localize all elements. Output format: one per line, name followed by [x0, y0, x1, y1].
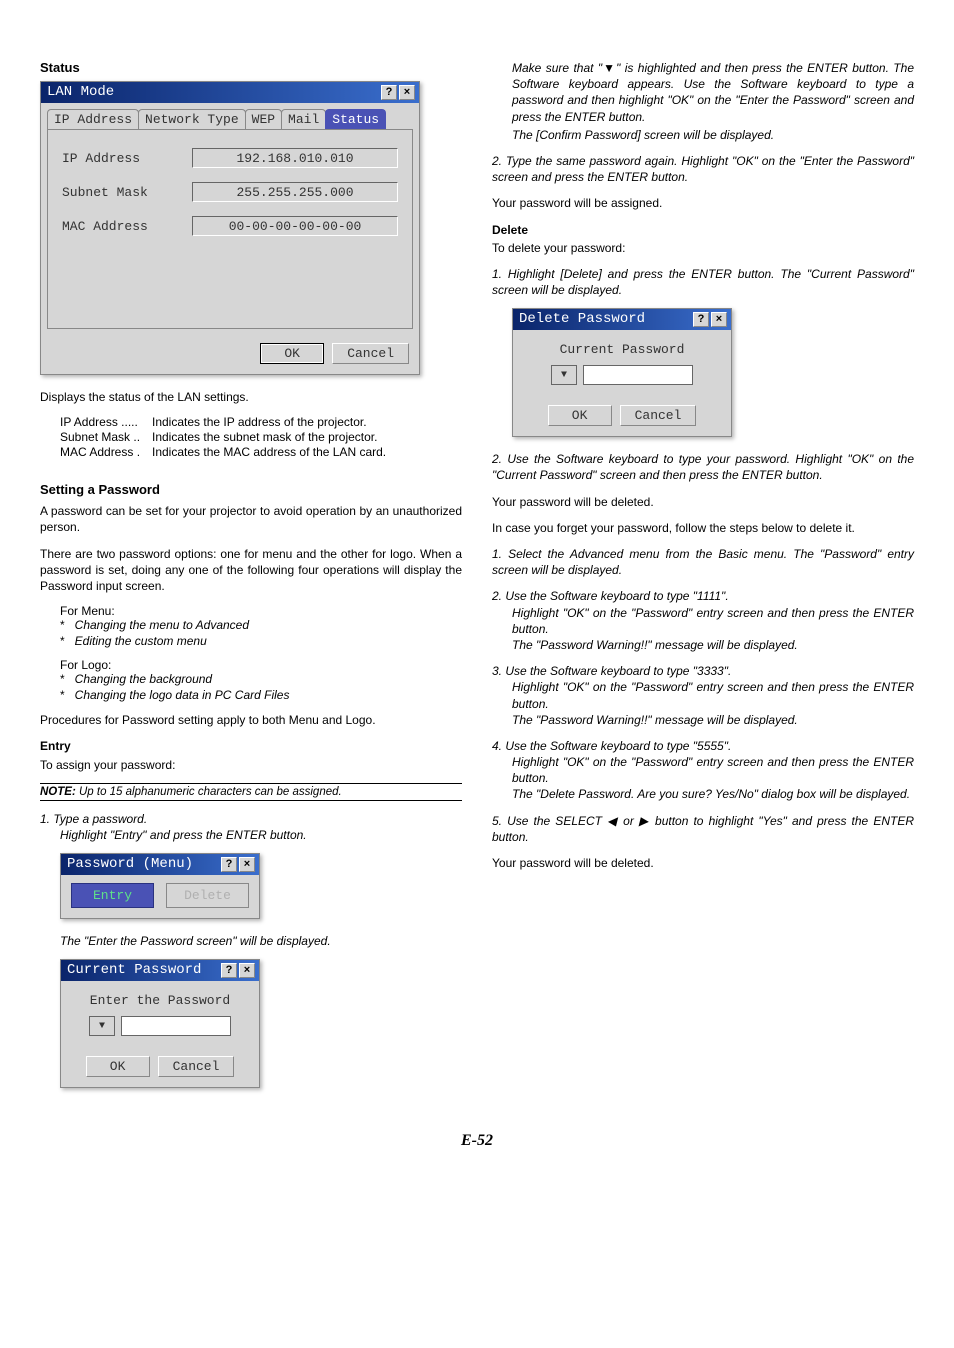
close-button[interactable]: × — [239, 963, 255, 978]
password-assigned: Your password will be assigned. — [492, 195, 914, 211]
note-label: NOTE: — [40, 786, 76, 798]
help-button[interactable]: ? — [221, 857, 237, 872]
dropdown-icon[interactable]: ▼ — [89, 1016, 115, 1036]
for-menu-label: For Menu: — [60, 604, 462, 618]
forget-intro: In case you forget your password, follow… — [492, 520, 914, 536]
delete-heading: Delete — [492, 222, 914, 238]
setting-p1: A password can be set for your projector… — [40, 503, 462, 535]
forget-step-2a: 2. Use the Software keyboard to type "11… — [492, 588, 914, 604]
delete-step-1: 1. Highlight [Delete] and press the ENTE… — [492, 266, 914, 298]
forget-step-1: 1. Select the Advanced menu from the Bas… — [492, 546, 914, 578]
entry-intro: To assign your password: — [40, 757, 462, 773]
dropdown-icon[interactable]: ▼ — [551, 365, 577, 385]
menu-bullets: * Changing the menu to Advanced * Editin… — [60, 618, 462, 648]
help-button[interactable]: ? — [221, 963, 237, 978]
entry-heading: Entry — [40, 738, 462, 754]
password-menu-dialog: Password (Menu) ? × Entry Delete — [60, 853, 260, 919]
tab-status[interactable]: Status — [325, 109, 386, 129]
menu-bullet-1: Changing the menu to Advanced — [75, 618, 249, 632]
for-logo-label: For Logo: — [60, 658, 462, 672]
current-pwd-label: Current Password — [523, 338, 721, 365]
password-deleted: Your password will be deleted. — [492, 494, 914, 510]
tab-ip-address[interactable]: IP Address — [47, 109, 139, 129]
password-input[interactable] — [121, 1016, 231, 1036]
ok-button[interactable]: OK — [260, 343, 324, 364]
mac-address-label: MAC Address — [62, 219, 192, 234]
dl-subnet-term: Subnet Mask — [60, 430, 130, 444]
cont-1a: Make sure that "▼" is highlighted and th… — [512, 60, 914, 125]
logo-bullet-1: Changing the background — [75, 672, 212, 686]
setting-p2: There are two password options: one for … — [40, 546, 462, 595]
dl-mac-def: Indicates the MAC address of the LAN car… — [152, 445, 462, 459]
two-column-layout: Status LAN Mode ? × IP Address Network T… — [40, 60, 914, 1102]
help-button[interactable]: ? — [693, 312, 709, 327]
setting-password-heading: Setting a Password — [40, 482, 462, 497]
forget-step-3c: The "Password Warning!!" message will be… — [512, 712, 914, 728]
lan-panel: IP Address 192.168.010.010 Subnet Mask 2… — [47, 129, 413, 329]
status-definitions: IP Address .....Indicates the IP address… — [60, 415, 462, 459]
entry-tab[interactable]: Entry — [71, 883, 154, 908]
subnet-mask-label: Subnet Mask — [62, 185, 192, 200]
menu-bullet-2: Editing the custom menu — [75, 634, 207, 648]
close-button[interactable]: × — [711, 312, 727, 327]
delete-step-2: 2. Use the Software keyboard to type you… — [492, 451, 914, 483]
forget-step-3b: Highlight "OK" on the "Password" entry s… — [512, 679, 914, 711]
dl-mac-term: MAC Address — [60, 445, 133, 459]
mac-address-value: 00-00-00-00-00-00 — [192, 216, 398, 236]
status-description: Displays the status of the LAN settings. — [40, 389, 462, 405]
tab-mail[interactable]: Mail — [281, 109, 326, 129]
current-password-dialog: Current Password ? × Enter the Password … — [60, 959, 260, 1088]
note-text: Up to 15 alphanumeric characters can be … — [76, 786, 342, 798]
left-column: Status LAN Mode ? × IP Address Network T… — [40, 60, 462, 1102]
forget-step-2c: The "Password Warning!!" message will be… — [512, 637, 914, 653]
lan-mode-dialog: LAN Mode ? × IP Address Network Type WEP… — [40, 81, 420, 375]
dl-ip-def: Indicates the IP address of the projecto… — [152, 415, 462, 429]
delete-intro: To delete your password: — [492, 240, 914, 256]
tab-wep[interactable]: WEP — [245, 109, 282, 129]
step-1a: 1. Type a password. — [40, 811, 462, 827]
delete-pwd-title: Delete Password — [519, 311, 645, 327]
password-input[interactable] — [583, 365, 693, 385]
status-heading: Status — [40, 60, 462, 75]
step-2: 2. Type the same password again. Highlig… — [492, 153, 914, 185]
close-button[interactable]: × — [239, 857, 255, 872]
lan-tabstrip: IP Address Network Type WEP Mail Status — [41, 103, 419, 129]
page-number: E-52 — [40, 1132, 914, 1150]
dl-ip-term: IP Address — [60, 415, 118, 429]
right-column: Make sure that "▼" is highlighted and th… — [492, 60, 914, 1102]
forget-step-5: 5. Use the SELECT ◀ or ▶ button to highl… — [492, 813, 914, 845]
pwd-menu-title: Password (Menu) — [67, 856, 193, 872]
logo-bullet-2: Changing the logo data in PC Card Files — [75, 688, 290, 702]
ip-address-value: 192.168.010.010 — [192, 148, 398, 168]
procedures-p: Procedures for Password setting apply to… — [40, 712, 462, 728]
tab-network-type[interactable]: Network Type — [138, 109, 246, 129]
logo-bullets: * Changing the background * Changing the… — [60, 672, 462, 702]
note-line: NOTE: Up to 15 alphanumeric characters c… — [40, 783, 462, 801]
dl-subnet-def: Indicates the subnet mask of the project… — [152, 430, 462, 444]
enter-pwd-label: Enter the Password — [71, 989, 249, 1016]
ip-address-label: IP Address — [62, 151, 192, 166]
current-pwd-title: Current Password — [67, 962, 201, 978]
subnet-mask-value: 255.255.255.000 — [192, 182, 398, 202]
forget-step-2b: Highlight "OK" on the "Password" entry s… — [512, 605, 914, 637]
cancel-button[interactable]: Cancel — [332, 343, 409, 364]
help-button[interactable]: ? — [381, 85, 397, 100]
ok-button[interactable]: OK — [86, 1056, 150, 1077]
cancel-button[interactable]: Cancel — [158, 1056, 235, 1077]
delete-tab[interactable]: Delete — [166, 883, 249, 908]
delete-password-dialog: Delete Password ? × Current Password ▼ O… — [512, 308, 732, 437]
forget-step-4c: The "Delete Password. Are you sure? Yes/… — [512, 786, 914, 802]
forget-step-4a: 4. Use the Software keyboard to type "55… — [492, 738, 914, 754]
step-1b: Highlight "Entry" and press the ENTER bu… — [60, 827, 462, 843]
cancel-button[interactable]: Cancel — [620, 405, 697, 426]
cont-1b: The [Confirm Password] screen will be di… — [512, 127, 914, 143]
lan-title: LAN Mode — [47, 84, 114, 100]
password-deleted-2: Your password will be deleted. — [492, 855, 914, 871]
enter-pwd-displayed: The "Enter the Password screen" will be … — [60, 933, 462, 949]
forget-step-4b: Highlight "OK" on the "Password" entry s… — [512, 754, 914, 786]
lan-titlebar: LAN Mode ? × — [41, 82, 419, 103]
ok-button[interactable]: OK — [548, 405, 612, 426]
close-button[interactable]: × — [399, 85, 415, 100]
forget-step-3a: 3. Use the Software keyboard to type "33… — [492, 663, 914, 679]
